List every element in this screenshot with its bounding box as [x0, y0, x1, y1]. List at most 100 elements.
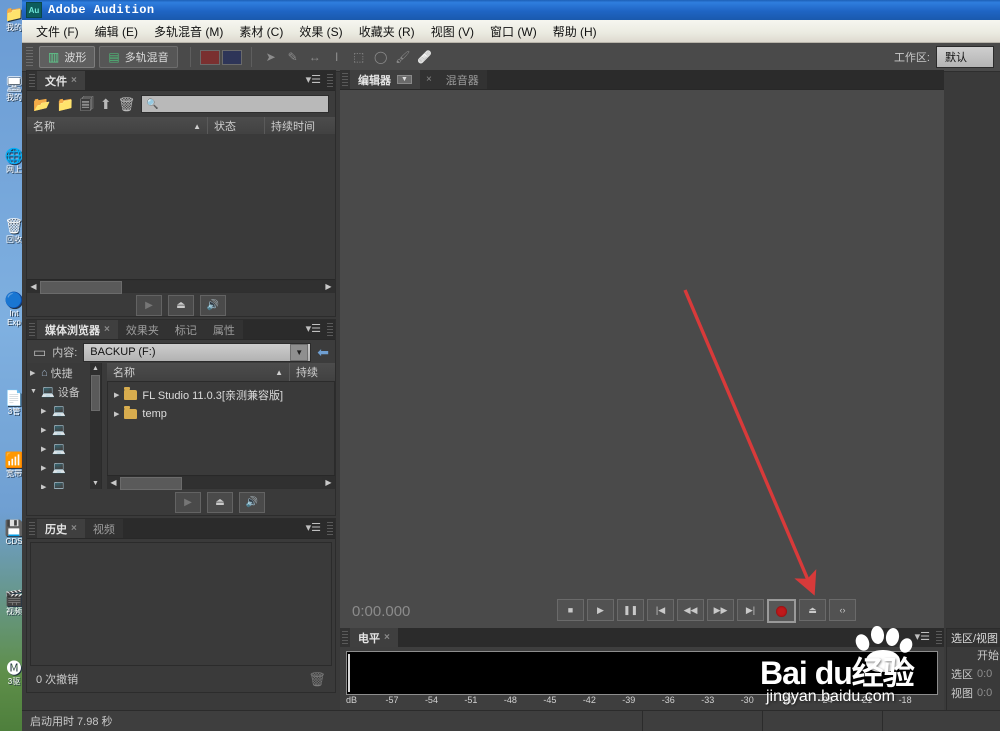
close-icon[interactable]: × [71, 523, 77, 534]
column-name[interactable]: 名称 [33, 118, 55, 134]
workspace-selector[interactable]: 工作区: 默认 [894, 46, 994, 68]
back-arrow-icon[interactable]: ⬅ [317, 345, 329, 359]
panel-menu-icon[interactable]: ▾☰ [306, 522, 321, 534]
tab-markers[interactable]: 标记 [167, 320, 205, 339]
fast-forward-button[interactable]: ▶▶ [707, 599, 734, 621]
chevron-down-icon[interactable]: ▼ [397, 75, 412, 84]
menu-window[interactable]: 窗口 (W) [482, 21, 545, 42]
timecode-display[interactable]: 0:00.000 [340, 603, 410, 620]
move-tool-icon[interactable]: ➤ [260, 47, 282, 67]
tab-history[interactable]: 历史 × [37, 519, 85, 538]
menu-multitrack[interactable]: 多轨混音 (M) [146, 21, 231, 42]
tab-effects-rack[interactable]: 效果夹 [118, 320, 167, 339]
marquee-selection-icon[interactable]: ⬚ [348, 47, 370, 67]
level-meter-bar[interactable] [346, 651, 938, 695]
list-item[interactable]: ▶ temp [108, 404, 334, 423]
column-duration[interactable]: 持续 [290, 363, 324, 381]
tab-video[interactable]: 视频 [85, 519, 123, 538]
paintbrush-selection-icon[interactable]: 🖌 [392, 47, 414, 67]
column-name[interactable]: 名称 [113, 364, 135, 380]
menu-effects[interactable]: 效果 (S) [291, 21, 350, 42]
view-value[interactable]: 0:0 [977, 687, 992, 699]
spectral-frequency-display-icon[interactable] [199, 47, 221, 67]
lasso-selection-icon[interactable]: ◯ [370, 47, 392, 67]
panel-menu-icon[interactable]: ▾☰ [915, 631, 930, 643]
menu-clip[interactable]: 素材 (C) [231, 21, 291, 42]
menu-edit[interactable]: 编辑 (E) [87, 21, 146, 42]
menu-file[interactable]: 文件 (F) [28, 21, 87, 42]
close-icon[interactable]: × [71, 75, 77, 86]
scroll-track[interactable] [120, 477, 322, 488]
menu-view[interactable]: 视图 (V) [423, 21, 482, 42]
column-duration[interactable]: 持续时间 [265, 117, 321, 135]
export-file-icon[interactable]: ⬆ [100, 97, 112, 111]
selection-value[interactable]: 0:0 [977, 668, 992, 680]
collapse-arrow-icon[interactable]: ▼ [30, 388, 38, 395]
skip-to-end-button[interactable]: ▶| [737, 599, 764, 621]
tab-mixer[interactable]: 混音器 [438, 70, 487, 89]
delete-file-icon[interactable]: 🗑 [118, 97, 136, 111]
expand-arrow-icon[interactable]: ▶ [30, 369, 38, 377]
toolbar-gripper[interactable] [26, 47, 33, 67]
expand-arrow-icon[interactable]: ▶ [41, 426, 49, 434]
scroll-down-icon[interactable]: ▼ [90, 478, 101, 489]
sort-ascending-icon[interactable]: ▲ [193, 122, 201, 131]
loop-button[interactable]: ⏏ [799, 599, 826, 621]
stop-button[interactable]: ■ [557, 599, 584, 621]
ibeam-icon[interactable]: I [326, 47, 348, 67]
open-file-icon[interactable]: 📂 [33, 97, 50, 111]
expand-arrow-icon[interactable]: ▶ [41, 407, 49, 415]
scroll-thumb[interactable] [91, 375, 100, 411]
panel-drag-handle[interactable] [936, 631, 942, 644]
files-horizontal-scrollbar[interactable]: ◀ ▶ [27, 279, 335, 293]
panel-drag-handle[interactable] [327, 522, 333, 535]
slip-tool-icon[interactable]: ✎ [282, 47, 304, 67]
panel-gripper[interactable] [342, 73, 348, 86]
column-status[interactable]: 状态 [208, 117, 265, 135]
menu-favorites[interactable]: 收藏夹 (R) [351, 21, 423, 42]
expand-arrow-icon[interactable]: ▶ [114, 391, 119, 399]
play-icon[interactable]: ▶ [175, 492, 201, 513]
insert-multitrack-icon[interactable]: ⏏ [207, 492, 233, 513]
tree-vertical-scrollbar[interactable]: ▲ ▼ [90, 363, 101, 489]
menu-help[interactable]: 帮助 (H) [545, 21, 605, 42]
editor-close-icon[interactable]: × [420, 70, 438, 89]
workspace-value[interactable]: 默认 [936, 46, 994, 68]
spot-healing-brush-icon[interactable]: 🩹 [414, 47, 436, 67]
scroll-right-icon[interactable]: ▶ [322, 282, 335, 291]
tab-properties[interactable]: 属性 [205, 320, 243, 339]
panel-gripper[interactable] [29, 522, 35, 535]
chevron-down-icon[interactable]: ▼ [290, 344, 308, 361]
scroll-up-icon[interactable]: ▲ [90, 363, 101, 374]
panel-drag-handle[interactable] [327, 74, 333, 87]
play-button[interactable]: ▶ [587, 599, 614, 621]
level-meter-body[interactable]: dB -57 -54 -51 -48 -45 -42 -39 -36 -33 -… [340, 647, 944, 711]
files-list[interactable] [27, 134, 335, 279]
expand-arrow-icon[interactable]: ▶ [41, 464, 49, 472]
tab-files[interactable]: 文件 × [37, 71, 85, 90]
expand-arrow-icon[interactable]: ▶ [41, 483, 49, 490]
editor-canvas[interactable]: 0:00.000 ■ ▶ ❚❚ |◀ ◀◀ ▶▶ ▶| ⏏ ‹› [340, 90, 944, 630]
expand-arrow-icon[interactable]: ▶ [41, 445, 49, 453]
view-mode-icon[interactable]: ▭ [33, 345, 46, 359]
expand-arrow-icon[interactable]: ▶ [114, 410, 119, 418]
tab-levels[interactable]: 电平 × [350, 628, 398, 647]
panel-drag-handle[interactable] [327, 323, 333, 336]
insert-multitrack-icon[interactable]: ⏏ [168, 295, 194, 316]
panel-menu-icon[interactable]: ▾☰ [306, 74, 321, 86]
record-button[interactable] [767, 599, 796, 623]
scroll-left-icon[interactable]: ◀ [27, 282, 40, 291]
panel-gripper[interactable] [29, 323, 35, 336]
media-browser-tree[interactable]: ▶ ⌂ 快捷 ▼ 💻 设备 ▶ 💻 [27, 363, 102, 489]
play-icon[interactable]: ▶ [136, 295, 162, 316]
tab-editor[interactable]: 编辑器 ▼ [350, 70, 420, 89]
sort-ascending-icon[interactable]: ▲ [275, 368, 283, 377]
scroll-left-icon[interactable]: ◀ [107, 478, 120, 487]
time-selection-icon[interactable]: ↔ [304, 47, 326, 67]
close-icon[interactable]: × [384, 632, 390, 643]
autoplay-icon[interactable]: 🔊 [239, 492, 265, 513]
delete-history-icon[interactable]: 🗑 [308, 672, 326, 686]
list-item[interactable]: ▶ FL Studio 11.0.3[亲测兼容版] [108, 385, 334, 404]
multitrack-view-button[interactable]: ▤ 多轨混音 [99, 46, 177, 68]
content-dropdown[interactable]: BACKUP (F:) ▼ [83, 343, 311, 362]
